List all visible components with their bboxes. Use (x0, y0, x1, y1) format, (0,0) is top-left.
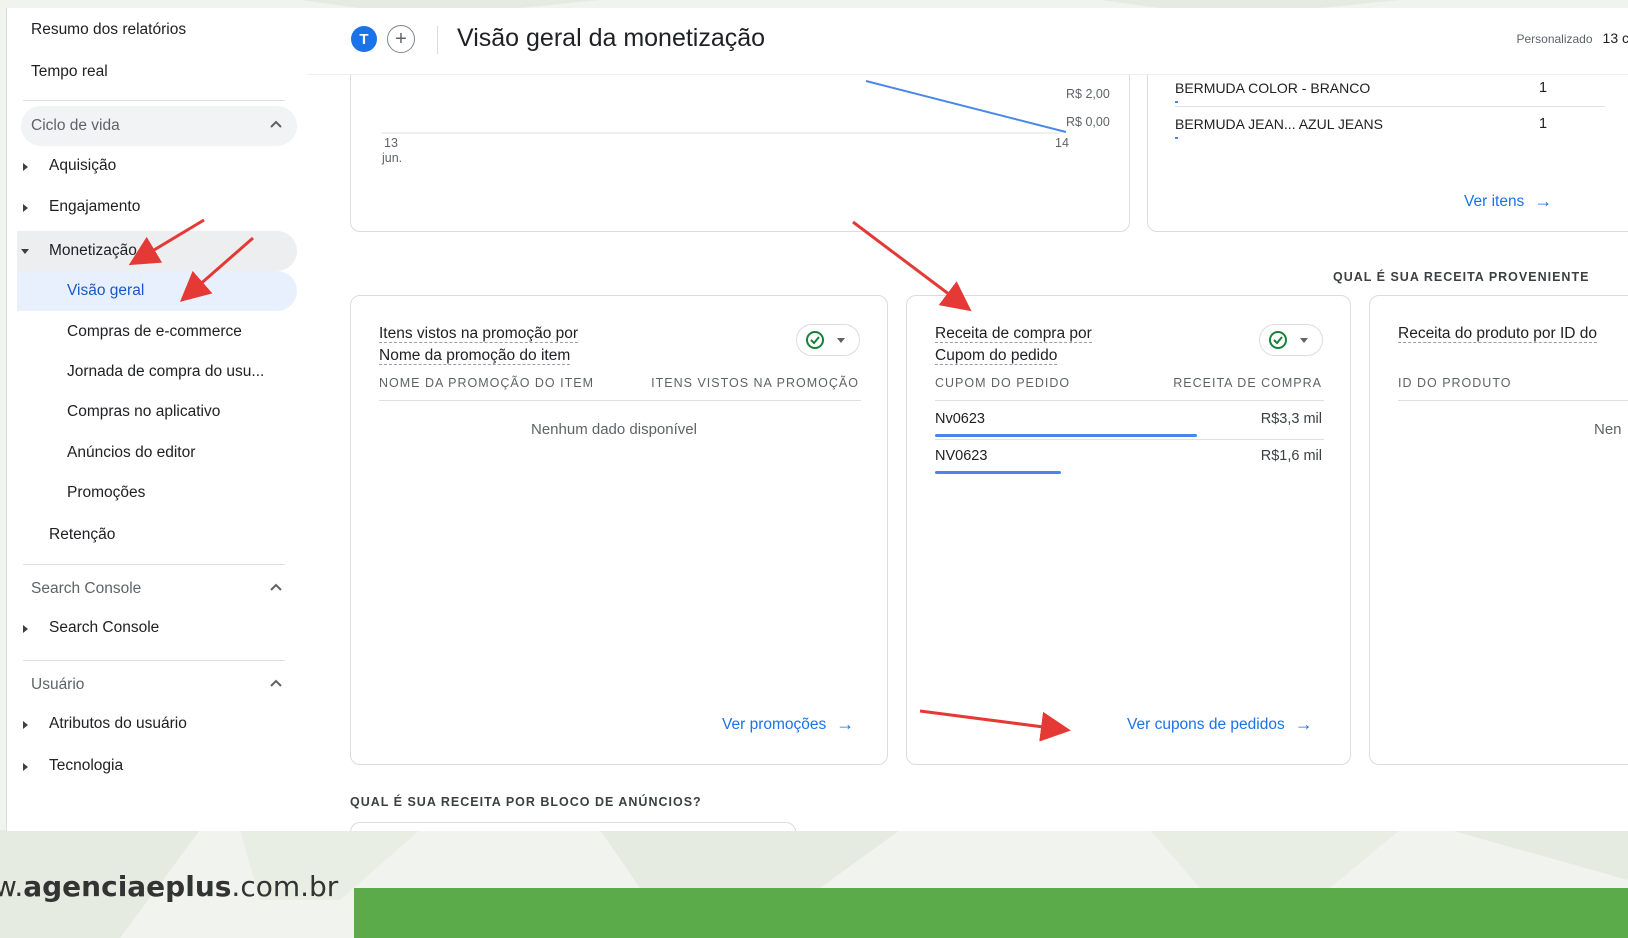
red-arrow-icon (179, 236, 254, 302)
red-arrow-icon (919, 709, 1071, 742)
red-arrow-icon (128, 218, 205, 266)
footer-suffix: .com.br (231, 870, 339, 903)
footer-url: w.agenciaeplus.com.br (0, 870, 338, 903)
footer-prefix: w. (0, 870, 24, 903)
footer-brand: agenciaeplus (23, 870, 232, 903)
red-arrow-icon (852, 220, 972, 312)
footer-green-bar (354, 888, 1628, 938)
analytics-screenshot: Resumo dos relatórios Tempo real Ciclo d… (6, 8, 1628, 831)
annotation-arrows (128, 218, 1071, 742)
